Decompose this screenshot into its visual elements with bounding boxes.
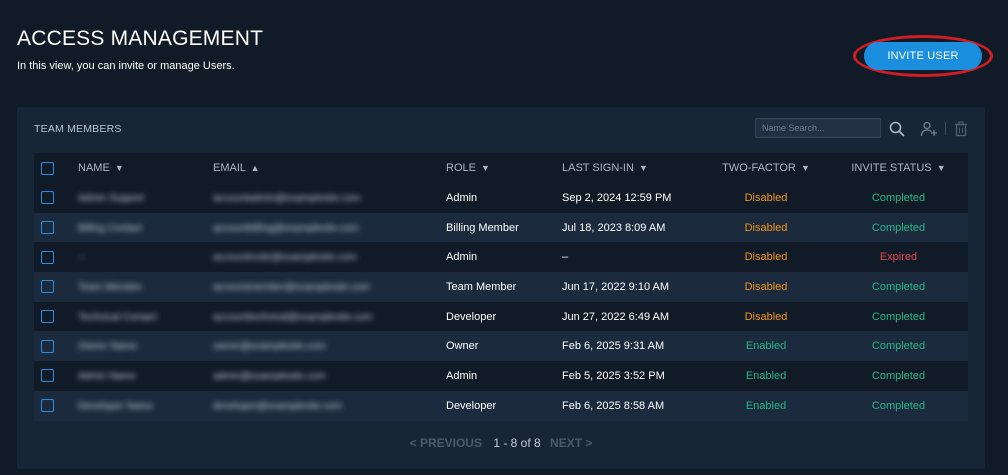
member-role: Developer	[446, 399, 497, 412]
two-factor-status: Enabled	[745, 399, 787, 412]
sort-role-icon: ▼	[481, 163, 490, 173]
member-role: Billing Member	[446, 221, 519, 234]
invite-status: Expired	[879, 251, 918, 264]
trash-icon[interactable]	[952, 120, 970, 138]
member-last-sign-in: Jun 17, 2022 9:10 AM	[562, 280, 670, 293]
column-header-two-factor[interactable]: TWO-FACTOR ▼	[703, 153, 829, 183]
table-row[interactable]: Billing Contact accountbilling@examplesi…	[34, 212, 968, 243]
member-name: Developer Name	[78, 400, 154, 412]
column-header-email[interactable]: EMAIL ▲	[213, 153, 446, 183]
invite-status: Completed	[871, 191, 926, 204]
member-last-sign-in: –	[562, 251, 569, 264]
column-header-role[interactable]: ROLE ▼	[446, 153, 562, 183]
table-row[interactable]: Team Member accountmember@examplesite.co…	[34, 272, 968, 302]
member-role: Owner	[446, 340, 479, 353]
table-row[interactable]: Developer Name developer@examplesite.com…	[34, 390, 968, 421]
invite-status: Completed	[871, 221, 926, 234]
table-row[interactable]: -- accountinvite@examplesite.com Admin –…	[34, 242, 968, 273]
member-email: accounttechnical@examplesite.com	[213, 311, 373, 323]
member-name: Team Member	[78, 281, 142, 293]
two-factor-status: Disabled	[744, 191, 788, 204]
column-header-invite-status[interactable]: INVITE STATUS ▼	[829, 153, 968, 183]
next-page-button[interactable]: NEXT >	[550, 436, 592, 450]
toolbar-divider	[945, 122, 946, 135]
member-last-sign-in: Sep 2, 2024 12:59 PM	[562, 191, 672, 204]
member-email: developer@examplesite.com	[213, 400, 343, 412]
table-header-row: NAME ▼ EMAIL ▲ ROLE ▼ LAST SIGN-IN ▼ TWO…	[34, 153, 968, 183]
member-name: Billing Contact	[78, 222, 142, 234]
page-title: ACCESS MANAGEMENT	[17, 27, 264, 50]
page-range: 1 - 8 of 8	[493, 436, 541, 450]
member-email: accountmember@examplesite.com	[213, 281, 370, 293]
team-members-table: NAME ▼ EMAIL ▲ ROLE ▼ LAST SIGN-IN ▼ TWO…	[34, 153, 968, 421]
row-checkbox[interactable]	[41, 280, 54, 294]
invite-status: Completed	[871, 399, 926, 412]
two-factor-status: Disabled	[744, 221, 788, 234]
sort-two-factor-icon: ▼	[800, 163, 810, 173]
invite-status: Completed	[871, 340, 926, 353]
row-checkbox[interactable]	[41, 399, 54, 413]
member-role: Developer	[446, 310, 497, 323]
two-factor-status: Disabled	[744, 280, 788, 293]
row-checkbox[interactable]	[41, 221, 54, 235]
sort-invite-status-icon: ▼	[936, 163, 946, 173]
table-row[interactable]: Admin Name admin@examplesite.com Admin F…	[34, 361, 968, 391]
member-last-sign-in: Jun 27, 2022 6:49 AM	[562, 310, 670, 323]
table-row[interactable]: Admin Support accountadmin@examplesite.c…	[34, 183, 968, 213]
invite-status: Completed	[871, 310, 926, 323]
member-name: --	[78, 252, 85, 264]
column-header-last-sign-in[interactable]: LAST SIGN-IN ▼	[562, 153, 703, 183]
member-last-sign-in: Feb 5, 2025 3:52 PM	[562, 369, 665, 382]
team-members-panel: TEAM MEMBERS Name Search... NAME ▼ EMAIL…	[17, 107, 985, 469]
table-row[interactable]: Technical Contact accounttechnical@examp…	[34, 301, 968, 332]
member-email: accountinvite@examplesite.com	[213, 252, 357, 264]
add-user-icon[interactable]	[920, 120, 938, 138]
row-checkbox[interactable]	[41, 369, 54, 383]
row-checkbox[interactable]	[41, 191, 54, 205]
previous-page-button[interactable]: < PREVIOUS	[410, 436, 482, 450]
member-email: owner@examplesite.com	[213, 341, 326, 353]
invite-status: Completed	[871, 369, 926, 382]
member-name: Owner Name	[78, 341, 137, 353]
invite-user-button[interactable]: INVITE USER	[864, 42, 982, 70]
select-all-cell	[34, 153, 78, 183]
sort-email-icon: ▲	[250, 163, 260, 173]
pagination: < PREVIOUS 1 - 8 of 8 NEXT >	[17, 436, 985, 450]
sort-name-icon: ▼	[114, 163, 124, 173]
two-factor-status: Disabled	[744, 251, 788, 264]
column-header-name[interactable]: NAME ▼	[78, 153, 213, 183]
member-role: Admin	[446, 191, 478, 204]
member-last-sign-in: Feb 6, 2025 8:58 AM	[562, 399, 665, 412]
table-row[interactable]: Owner Name owner@examplesite.com Owner F…	[34, 331, 968, 362]
member-email: accountbilling@examplesite.com	[213, 222, 359, 234]
member-last-sign-in: Feb 6, 2025 9:31 AM	[562, 340, 665, 353]
member-email: admin@examplesite.com	[213, 370, 326, 382]
panel-title: TEAM MEMBERS	[34, 123, 122, 135]
member-name: Admin Name	[78, 370, 136, 382]
page-subtitle: In this view, you can invite or manage U…	[17, 60, 235, 72]
invite-button-highlight: INVITE USER	[853, 35, 993, 77]
row-checkbox[interactable]	[41, 310, 54, 324]
select-all-checkbox[interactable]	[41, 161, 54, 175]
row-checkbox[interactable]	[41, 250, 54, 264]
two-factor-status: Disabled	[744, 310, 788, 323]
two-factor-status: Enabled	[745, 369, 787, 382]
search-icon[interactable]	[888, 120, 906, 138]
member-role: Admin	[446, 369, 478, 382]
member-last-sign-in: Jul 18, 2023 8:09 AM	[562, 221, 666, 234]
row-checkbox[interactable]	[41, 339, 54, 353]
member-name: Technical Contact	[78, 311, 157, 323]
name-search-input[interactable]	[755, 118, 881, 138]
access-management-page: ACCESS MANAGEMENT In this view, you can …	[0, 0, 1008, 475]
invite-status: Completed	[871, 280, 926, 293]
member-role: Team Member	[446, 280, 517, 293]
member-role: Admin	[446, 251, 478, 264]
member-name: Admin Support	[78, 192, 145, 204]
sort-last-sign-in-icon: ▼	[639, 163, 648, 173]
two-factor-status: Enabled	[745, 340, 787, 353]
member-email: accountadmin@examplesite.com	[213, 192, 361, 204]
